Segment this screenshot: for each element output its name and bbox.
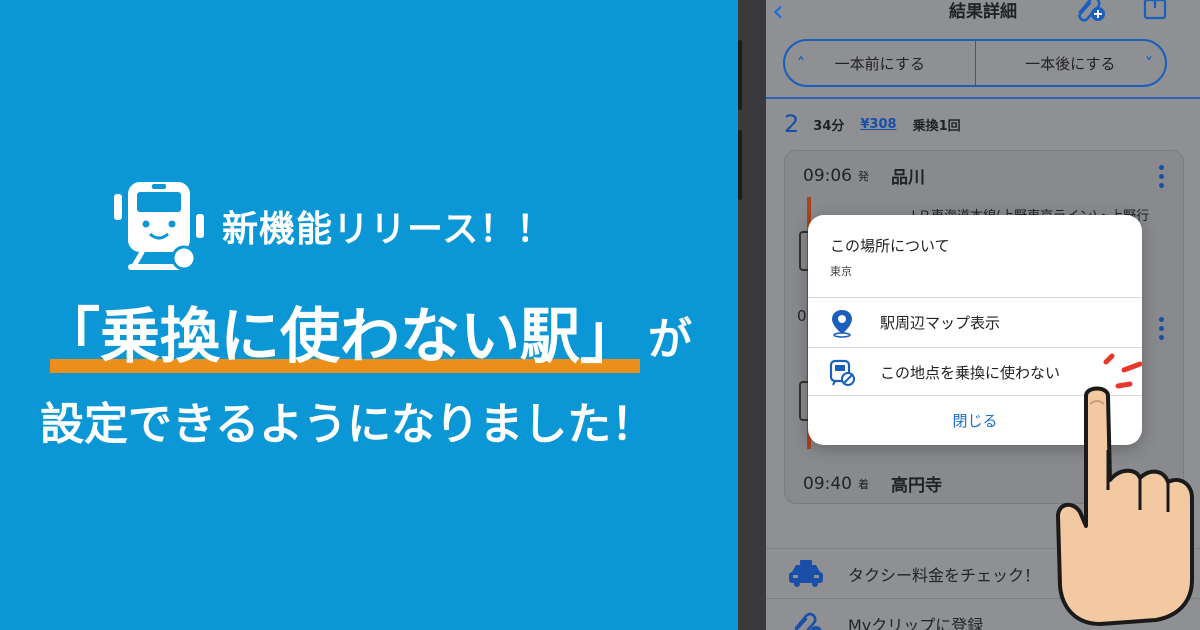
headline-main: 「乗換に使わない駅」 xyxy=(40,302,640,372)
departure-station: 品川 xyxy=(891,168,925,188)
arrival-station: 高円寺 xyxy=(891,476,942,496)
more-icon[interactable] xyxy=(1159,317,1165,340)
arrival-time: 09:40 xyxy=(803,473,852,494)
popup-title: この場所について xyxy=(830,237,950,255)
departure-stop[interactable]: 09:06 発 品川 xyxy=(803,163,925,189)
next-train-button[interactable]: 一本後にする ˅ xyxy=(974,41,1166,85)
chevron-up-icon: ˄ xyxy=(797,53,805,73)
train-block-icon xyxy=(829,359,855,386)
departure-time: 09:06 xyxy=(803,165,852,186)
nav-bar: ‹ 結果詳細 xyxy=(766,0,1200,30)
station-map-label: 駅周辺マップ表示 xyxy=(880,314,1001,332)
arrival-stop[interactable]: 09:40 着 高円寺 xyxy=(803,471,942,497)
exclude-transfer-label: この地点を乗換に使わない xyxy=(880,364,1061,382)
headline-suffix: が xyxy=(648,314,692,365)
more-icon[interactable] xyxy=(1159,165,1165,188)
taxi-icon xyxy=(789,559,823,587)
arrival-kind: 着 xyxy=(858,477,869,491)
route-fare-link[interactable]: ¥308 xyxy=(860,117,896,132)
map-pin-icon xyxy=(832,309,852,338)
phone-frame xyxy=(738,0,766,630)
share-icon[interactable] xyxy=(1142,0,1168,20)
page-title: 結果詳細 xyxy=(949,2,1017,22)
headline-line-1: 「乗換に使わない駅」 が xyxy=(40,288,692,375)
clip-add-icon xyxy=(794,612,822,630)
departure-kind: 発 xyxy=(858,169,869,183)
route-summary: 2 34分 ¥308 乗換1回 xyxy=(784,110,961,138)
route-number: 2 xyxy=(784,110,800,138)
departure-shift-control: ˄ 一本前にする 一本後にする ˅ xyxy=(783,39,1167,87)
phone-side-button xyxy=(738,130,742,200)
badge-row: 新機能リリース！！ xyxy=(108,180,553,272)
clip-add-icon[interactable] xyxy=(1074,0,1106,22)
prev-train-label: 一本前にする xyxy=(834,54,925,73)
transfer-time-fragment: 0 xyxy=(797,307,807,325)
pointing-hand-illustration xyxy=(1056,353,1194,626)
chevron-down-icon: ˅ xyxy=(1145,53,1153,73)
headline-highlight: 「乗換に使わない駅」 xyxy=(40,288,640,375)
taxi-fare-label: タクシー料金をチェック！ xyxy=(848,565,1041,585)
divider xyxy=(766,97,1200,99)
phone-side-button xyxy=(738,40,742,110)
popup-subtitle: 東京 xyxy=(830,265,852,278)
badge-text: 新機能リリース！！ xyxy=(222,209,554,250)
headline-line-2: 設定できるようになりました！ xyxy=(40,399,656,450)
route-duration: 34分 xyxy=(813,118,845,134)
prev-train-button[interactable]: ˄ 一本前にする xyxy=(785,41,975,85)
promo-panel: 新機能リリース！！ 「乗換に使わない駅」 が 設定できるようになりました！ xyxy=(0,0,740,630)
next-train-label: 一本後にする xyxy=(1025,54,1116,73)
route-transfers: 乗換1回 xyxy=(912,118,961,134)
my-clip-label: Myクリップに登録 xyxy=(848,615,984,630)
train-mascot-icon xyxy=(114,182,204,271)
